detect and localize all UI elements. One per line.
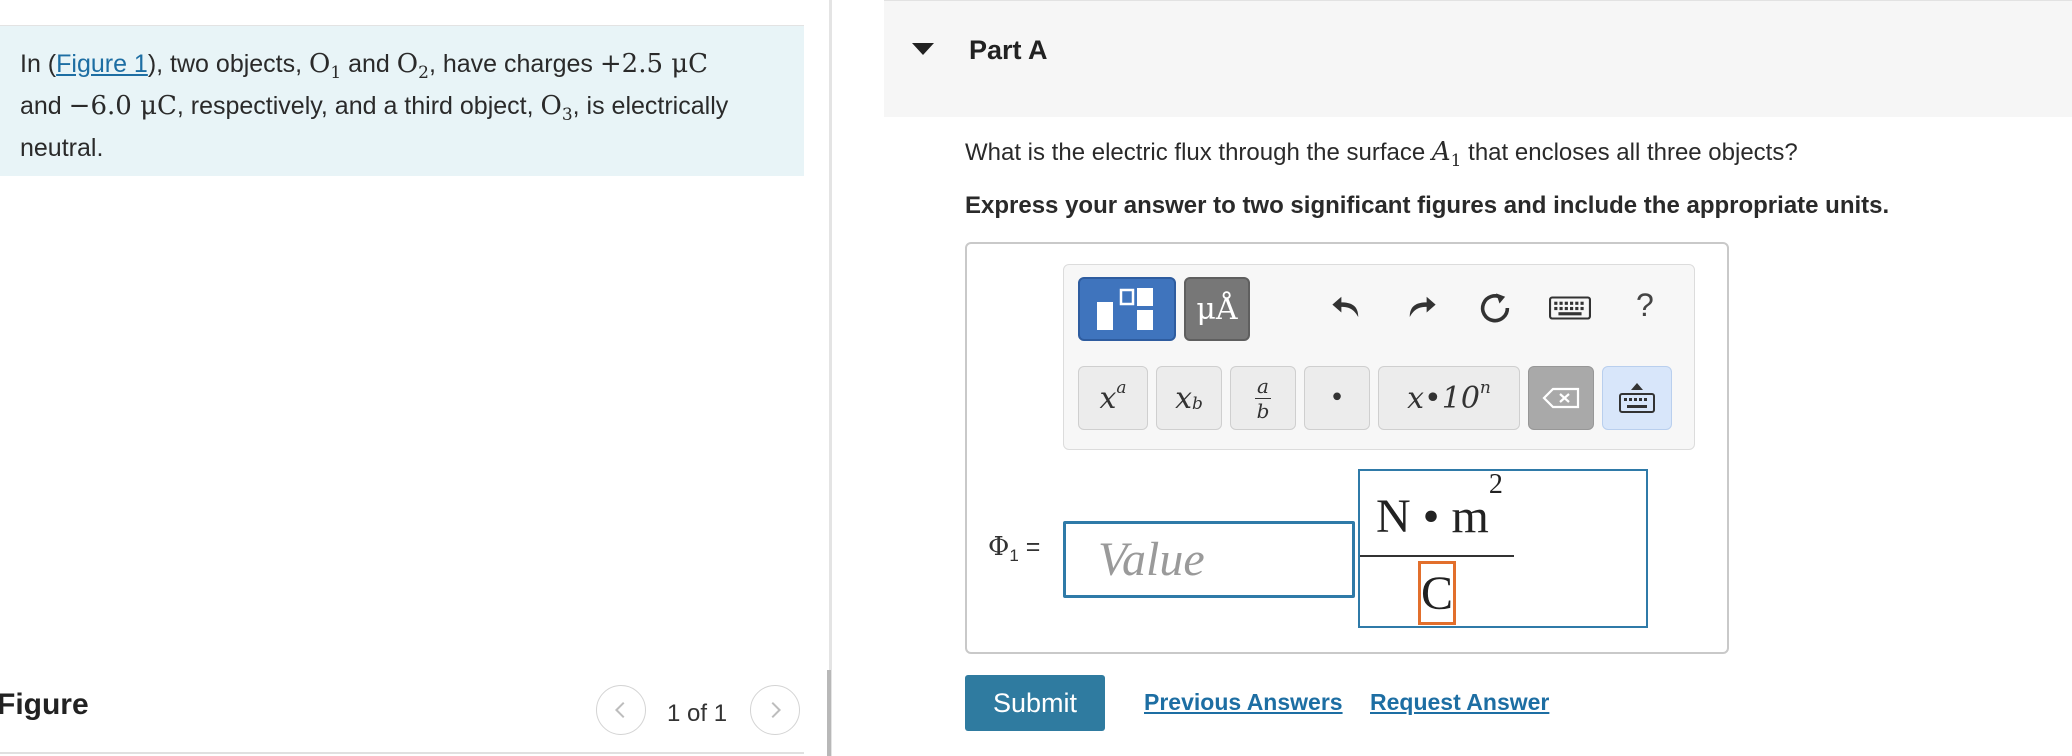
keyboard-shortcuts-button[interactable] [1546, 287, 1594, 329]
value-input[interactable] [1063, 521, 1355, 598]
chevron-left-icon [614, 701, 625, 719]
help-button[interactable]: ? [1636, 287, 1654, 324]
redo-icon [1409, 296, 1436, 317]
previous-figure-button[interactable] [596, 685, 646, 735]
submit-button[interactable]: Submit [965, 675, 1105, 731]
figure-pager-text: 1 of 1 [667, 700, 728, 727]
templates-button[interactable] [1078, 277, 1176, 341]
part-header[interactable]: Part A [884, 0, 2072, 117]
figure-link[interactable]: Figure 1 [56, 50, 148, 78]
delete-key[interactable] [1528, 366, 1594, 430]
intro-text: and [341, 50, 397, 78]
subscript-key[interactable]: xb [1156, 366, 1222, 430]
unit-fraction-bar [1360, 555, 1514, 557]
unit-numerator: N • m2 [1376, 469, 1503, 543]
figure-title: Figure [0, 688, 89, 721]
object-o2: O2 [396, 49, 429, 84]
pane-divider [829, 0, 832, 756]
request-answer-link[interactable]: Request Answer [1370, 689, 1549, 716]
collapse-caret-icon[interactable] [912, 43, 934, 55]
reset-icon [1480, 293, 1510, 323]
intro-text: , respectively, and a third object, [176, 92, 541, 121]
units-input[interactable]: N • m2 C [1358, 469, 1648, 628]
reset-button[interactable] [1474, 287, 1516, 329]
unit-denominator[interactable]: C [1418, 561, 1456, 625]
intro-text: In ( [20, 50, 57, 78]
intro-text: and [20, 92, 69, 121]
surface-symbol: A1 [1431, 137, 1462, 172]
problem-pane: In (Figure 1), two objects, O1 and O2, h… [0, 0, 830, 756]
bottom-divider [0, 752, 804, 754]
units-button[interactable]: μÅ [1184, 277, 1250, 341]
intro-text: ), two objects, [147, 50, 310, 78]
backspace-icon [1542, 387, 1580, 409]
part-title: Part A [969, 35, 1048, 65]
problem-intro: In (Figure 1), two objects, O1 and O2, h… [0, 26, 804, 176]
question-text: What is the electric flux through the su… [965, 137, 1798, 172]
next-figure-button[interactable] [750, 685, 800, 735]
object-o3: O3 [540, 91, 573, 126]
math-toolbar: μÅ ? xa xb a b • x•10 n [1063, 264, 1695, 450]
fraction-key[interactable]: a b [1230, 366, 1296, 430]
templates-icon [1097, 288, 1153, 330]
keyboard-toggle-icon [1619, 383, 1655, 413]
chevron-right-icon [771, 701, 782, 719]
answer-label: Φ1 = [988, 532, 1041, 565]
charge-2: −6.0 μC [68, 91, 177, 122]
object-o1: O1 [309, 49, 342, 84]
intro-text: , have charges [428, 50, 600, 78]
keyboard-icon [1549, 296, 1591, 320]
toggle-keyboard-key[interactable] [1602, 366, 1672, 430]
undo-icon [1332, 296, 1359, 317]
superscript-key[interactable]: xa [1078, 366, 1148, 430]
multiply-dot-key[interactable]: • [1304, 366, 1370, 430]
undo-button[interactable] [1326, 287, 1368, 329]
charge-1: +2.5 μC [599, 49, 709, 79]
answer-instruction: Express your answer to two significant f… [965, 192, 1890, 219]
pane-resize-handle[interactable] [827, 670, 831, 756]
scientific-notation-key[interactable]: x•10 n [1378, 366, 1520, 430]
previous-answers-link[interactable]: Previous Answers [1144, 689, 1343, 716]
redo-button[interactable] [1400, 287, 1442, 329]
